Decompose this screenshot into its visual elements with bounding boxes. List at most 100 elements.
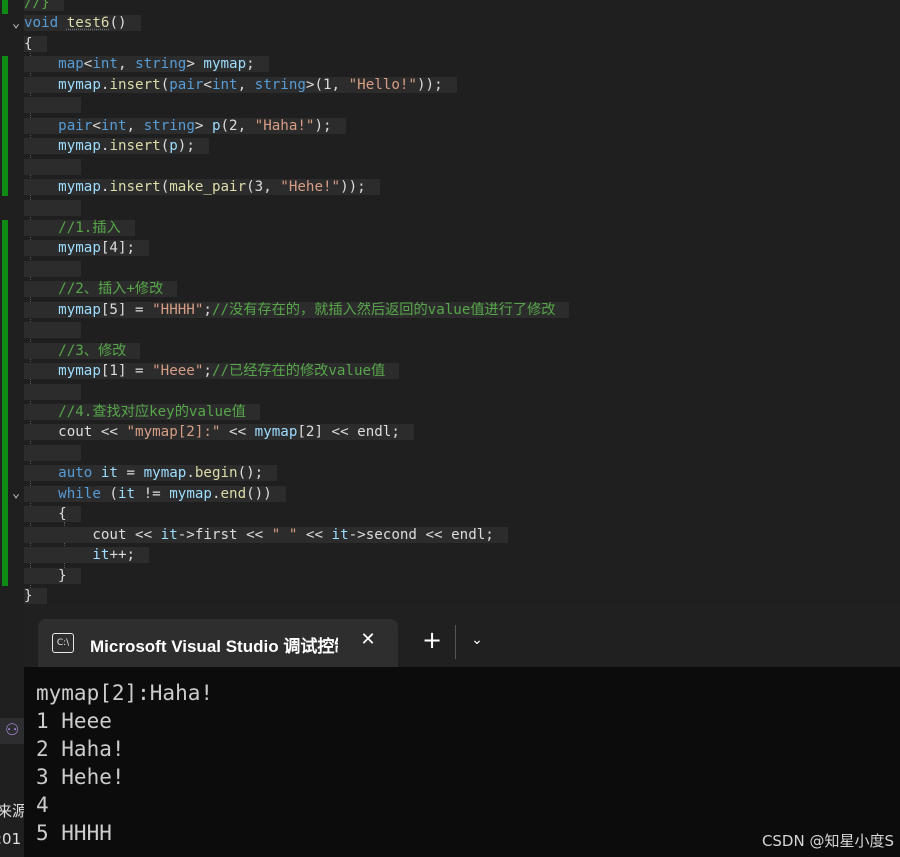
watermark: CSDN @知星小度S <box>761 832 894 850</box>
code-line[interactable]: mymap.insert(pair<int, string>(1, "Hello… <box>24 76 457 95</box>
code-line[interactable]: //4.查找对应key的value值 <box>24 403 260 422</box>
line-highlight: cout << "mymap[2]:" << mymap[2] << endl; <box>24 424 414 441</box>
line-highlight <box>24 260 81 277</box>
left-panel-time: :01 <box>0 830 22 848</box>
change-indicator <box>2 56 8 196</box>
code-line[interactable]: mymap[1] = "Heee";//已经存在的修改value值 <box>24 362 400 381</box>
code-line[interactable]: //2、插入+修改 <box>24 280 178 299</box>
code-token: . <box>186 465 195 482</box>
chevron-down-icon[interactable]: ⌄ <box>464 627 490 653</box>
code-line[interactable]: while (it != mymap.end()) <box>24 485 286 504</box>
code-token: > <box>186 56 204 73</box>
code-token: int <box>92 56 118 73</box>
code-line[interactable]: //} <box>24 0 64 13</box>
code-token: ( <box>100 485 118 502</box>
code-token: mymap <box>58 363 101 380</box>
code-token: while <box>58 485 101 502</box>
code-token: (); <box>237 465 264 482</box>
code-line[interactable]: { <box>24 505 81 524</box>
code-token: "HHHH" <box>152 301 204 318</box>
code-line[interactable] <box>24 321 81 340</box>
code-token: //4.查找对应key的value值 <box>58 404 246 420</box>
code-token: ; <box>203 363 212 380</box>
new-tab-button[interactable]: + <box>418 626 446 654</box>
code-line[interactable]: //3、修改 <box>24 342 141 361</box>
line-highlight: it++; <box>24 547 150 564</box>
code-token: "Hello!" <box>348 76 417 93</box>
code-token: << <box>297 526 332 543</box>
output-line: 2 Haha! <box>36 737 125 761</box>
code-token: //1.插入 <box>58 219 121 236</box>
fold-toggle-icon[interactable]: ⌄ <box>8 486 24 502</box>
console-icon: C:\ <box>52 633 74 653</box>
code-line[interactable] <box>24 158 81 177</box>
code-token: } <box>24 588 33 605</box>
line-highlight: void test6() <box>24 15 141 32</box>
code-line[interactable]: //1.插入 <box>24 219 135 238</box>
code-line[interactable] <box>24 444 81 463</box>
line-highlight: mymap[1] = "Heee";//已经存在的修改value值 <box>24 363 400 380</box>
line-highlight <box>24 322 81 339</box>
code-editor[interactable]: ⌄ ⌄ //} void test6() { map<int, string> my… <box>0 0 900 605</box>
code-line[interactable]: map<int, string> mymap; <box>24 55 269 74</box>
code-token: test6 <box>66 15 110 32</box>
code-line[interactable]: void test6() <box>24 14 141 33</box>
code-line[interactable] <box>24 199 81 218</box>
output-line: 4 <box>36 793 49 817</box>
code-line[interactable] <box>24 96 81 115</box>
code-token: << <box>220 424 255 441</box>
console-output[interactable]: mymap[2]:Haha! 1 Heee 2 Haha! 3 Hehe! 4 … <box>24 667 900 857</box>
code-token: [1] = <box>100 363 153 380</box>
fold-toggle-icon[interactable]: ⌄ <box>8 16 24 32</box>
code-token: () <box>109 15 127 32</box>
code-token: ); <box>314 117 332 134</box>
code-token: (3, <box>246 179 281 196</box>
close-icon[interactable]: ✕ <box>356 628 380 652</box>
code-token: } <box>24 567 67 584</box>
code-line[interactable]: auto it = mymap.begin(); <box>24 464 278 483</box>
code-token: mymap <box>58 240 101 257</box>
code-token: p <box>211 117 221 134</box>
code-line[interactable]: mymap[5] = "HHHH";//没有存在的，就插入然后返回的value值… <box>24 301 570 320</box>
code-line[interactable]: cout << it->first << " " << it->second <… <box>24 526 508 545</box>
terminal-window[interactable]: C:\ Microsoft Visual Studio 调试控制台 ✕ + ⌄ … <box>24 605 900 857</box>
code-token: void <box>24 15 59 32</box>
code-token: int <box>211 76 238 93</box>
tab-title: Microsoft Visual Studio 调试控制台 <box>90 637 338 656</box>
code-line[interactable]: pair<int, string> p(2, "Haha!"); <box>24 117 346 136</box>
code-token: ( <box>160 138 170 155</box>
line-highlight: { <box>24 506 81 523</box>
code-token: mymap <box>58 76 101 93</box>
code-line[interactable]: } <box>24 587 47 605</box>
code-token: { <box>24 35 33 52</box>
code-line[interactable]: mymap.insert(p); <box>24 137 209 156</box>
extension-icon[interactable]: ⚇ <box>5 720 19 739</box>
code-token: [2] << endl; <box>297 424 400 441</box>
code-line[interactable]: mymap.insert(make_pair(3, "Hehe!")); <box>24 178 380 197</box>
code-token: it <box>100 465 118 482</box>
code-line[interactable]: { <box>24 35 47 54</box>
code-line[interactable] <box>24 383 81 402</box>
code-line[interactable]: mymap[4]; <box>24 239 150 258</box>
code-line[interactable] <box>24 260 81 279</box>
code-token: it <box>117 485 136 502</box>
code-line[interactable]: it++; <box>24 546 150 565</box>
code-token: "Haha!" <box>254 117 315 134</box>
code-token: ( <box>160 76 170 93</box>
line-highlight <box>24 444 81 461</box>
tab-debug-console[interactable]: C:\ Microsoft Visual Studio 调试控制台 ✕ <box>38 619 398 667</box>
code-token: "Heee" <box>152 363 204 380</box>
code-token: "mymap[2]:" <box>126 424 221 441</box>
code-line[interactable]: } <box>24 567 81 586</box>
code-line[interactable]: cout << "mymap[2]:" << mymap[2] << endl; <box>24 423 414 442</box>
line-highlight: } <box>24 567 81 584</box>
line-highlight: //4.查找对应key的value值 <box>24 404 260 420</box>
output-line: 3 Hehe! <box>36 765 125 789</box>
